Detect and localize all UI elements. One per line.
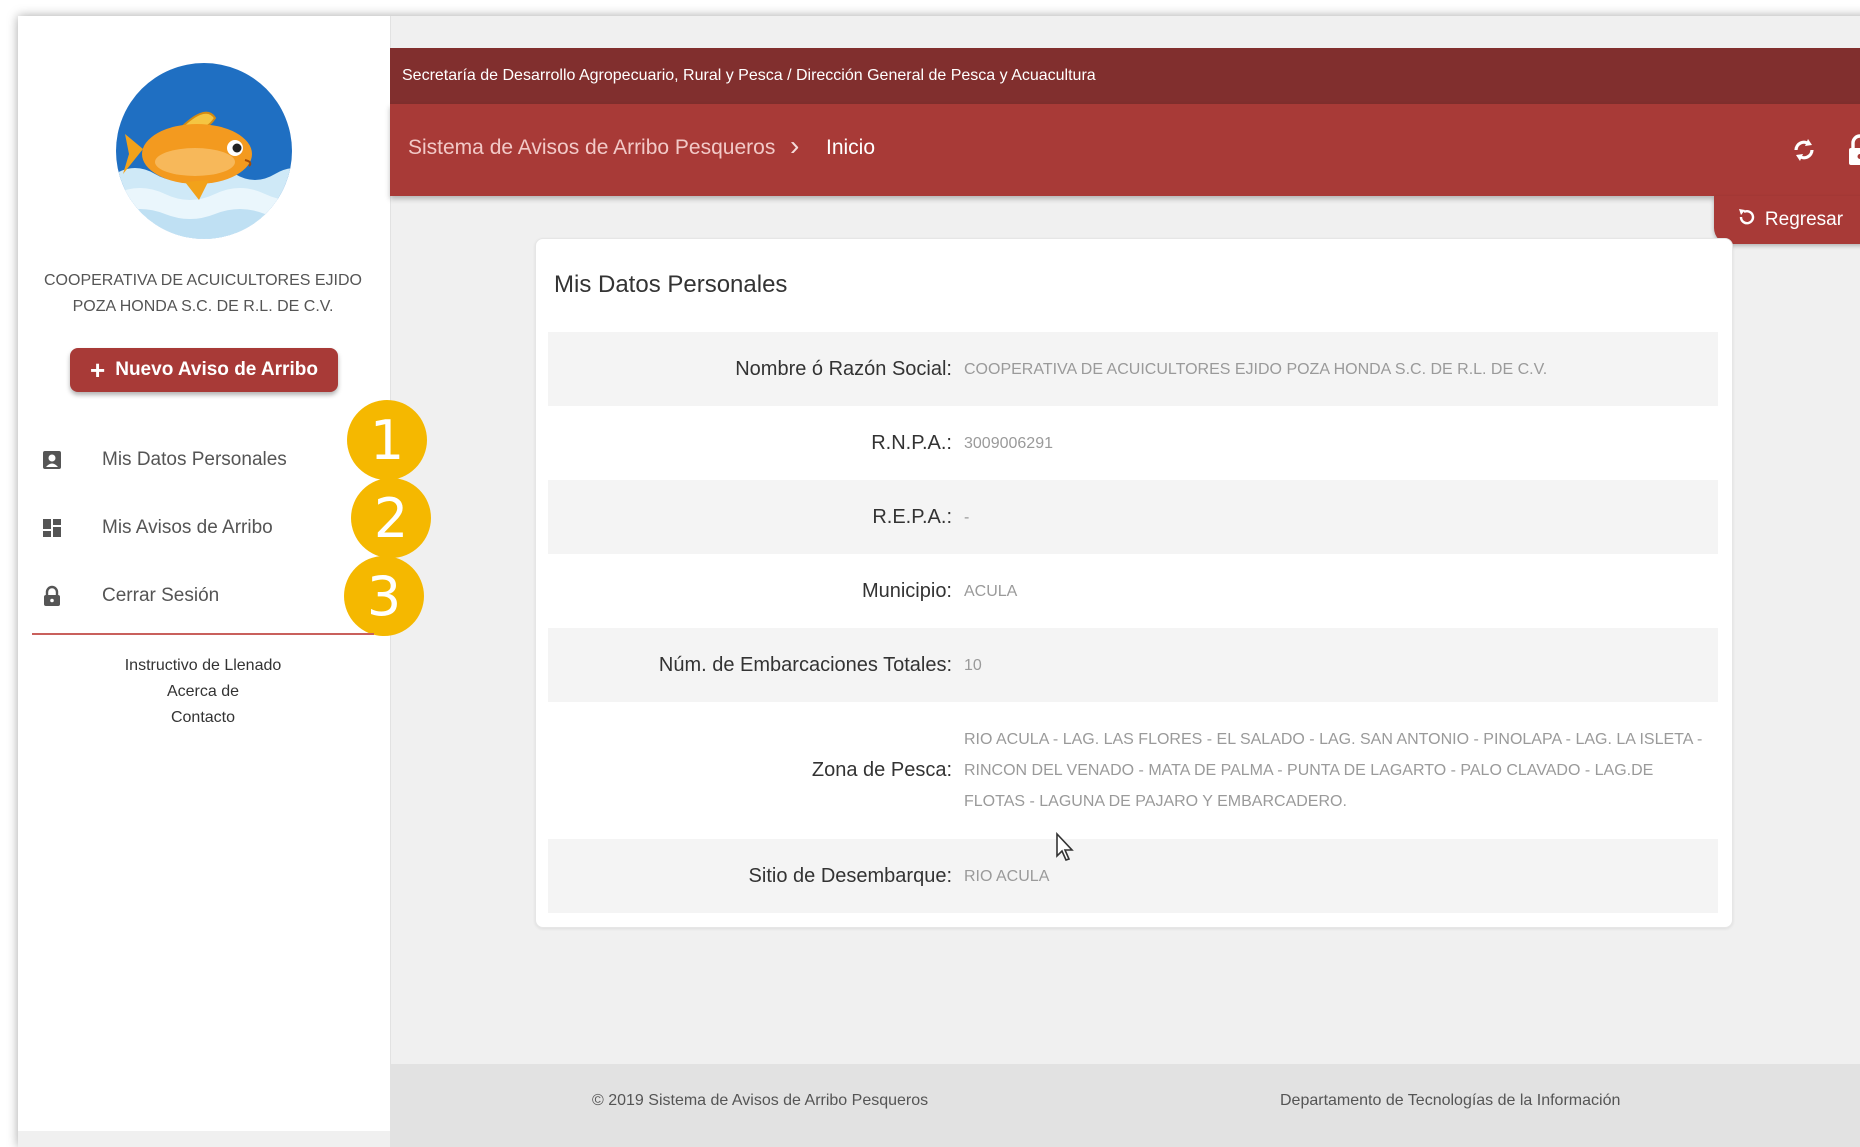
row-value: 3009006291 [964,428,1718,459]
sidebar-divider [32,633,374,635]
row-label: R.E.P.A.: [548,506,952,529]
row-label: Zona de Pesca: [548,759,952,782]
footer: © 2019 Sistema de Avisos de Arribo Pesqu… [390,1064,1860,1147]
sidebar: COOPERATIVA DE ACUICULTORES EJIDO POZA H… [18,16,391,1131]
plus-icon: + [90,357,105,383]
data-row-municipio: Municipio: ACULA [548,554,1718,628]
menu-item-label: Mis Avisos de Arribo [102,517,273,539]
data-row-repa: R.E.P.A.: - [548,480,1718,554]
breadcrumb-system[interactable]: Sistema de Avisos de Arribo Pesqueros [408,136,775,160]
dashboard-icon [38,514,66,542]
lock-icon[interactable] [1840,130,1860,170]
row-label: Municipio: [548,580,952,603]
row-label: R.N.P.A.: [548,432,952,455]
link-contacto[interactable]: Contacto [28,705,378,731]
link-instructivo[interactable]: Instructivo de Llenado [28,653,378,679]
mouse-cursor-icon [1055,832,1075,862]
organization-name: COOPERATIVA DE ACUICULTORES EJIDO POZA H… [28,268,378,320]
breadcrumb-bar: Sistema de Avisos de Arribo Pesqueros › … [390,104,1860,196]
account-box-icon [38,446,66,474]
row-value: RIO ACULA [964,861,1718,892]
personal-data-card: Mis Datos Personales Nombre ó Razón Soci… [535,238,1733,928]
row-value: COOPERATIVA DE ACUICULTORES EJIDO POZA H… [964,354,1718,385]
callout-badge-1: 1 [347,400,427,480]
back-button[interactable]: Regresar [1714,196,1860,244]
fish-logo [115,54,293,248]
menu-item-mis-datos-personales[interactable]: Mis Datos Personales [38,440,338,480]
app-window: COOPERATIVA DE ACUICULTORES EJIDO POZA H… [18,16,1860,1147]
back-label: Regresar [1765,209,1843,231]
data-row-zona-de-pesca: Zona de Pesca: RIO ACULA - LAG. LAS FLOR… [548,702,1718,839]
breadcrumb-current: Inicio [826,136,875,160]
menu-item-mis-avisos-de-arribo[interactable]: Mis Avisos de Arribo [38,508,338,548]
callout-badge-2: 2 [351,478,431,558]
callout-badge-3: 3 [344,556,424,636]
link-acerca-de[interactable]: Acerca de [28,679,378,705]
row-label: Sitio de Desembarque: [548,865,952,888]
chevron-right-icon: › [790,130,799,162]
new-arrival-notice-button[interactable]: + Nuevo Aviso de Arribo [70,348,338,392]
agency-bar: Secretaría de Desarrollo Agropecuario, R… [390,48,1860,104]
card-title: Mis Datos Personales [554,271,787,299]
menu-item-label: Cerrar Sesión [102,585,219,607]
undo-icon [1735,206,1757,234]
row-label: Núm. de Embarcaciones Totales: [548,654,952,677]
row-value: ACULA [964,576,1718,607]
refresh-icon[interactable] [1784,130,1824,170]
data-row-sitio-desembarque: Sitio de Desembarque: RIO ACULA [548,839,1718,913]
row-label: Nombre ó Razón Social: [548,358,952,381]
menu-item-label: Mis Datos Personales [102,449,287,471]
lock-icon [38,582,66,610]
row-value: RIO ACULA - LAG. LAS FLORES - EL SALADO … [964,724,1718,817]
new-arrival-notice-label: Nuevo Aviso de Arribo [115,359,318,381]
data-row-embarcaciones: Núm. de Embarcaciones Totales: 10 [548,628,1718,702]
data-row-rnpa: R.N.P.A.: 3009006291 [548,406,1718,480]
row-value: - [964,502,1718,533]
footer-copyright: © 2019 Sistema de Avisos de Arribo Pesqu… [592,1092,928,1110]
data-row-nombre: Nombre ó Razón Social: COOPERATIVA DE AC… [548,332,1718,406]
sidebar-links: Instructivo de Llenado Acerca de Contact… [28,653,378,731]
menu-item-cerrar-sesion[interactable]: Cerrar Sesión [38,576,338,616]
row-value: 10 [964,650,1718,681]
agency-title: Secretaría de Desarrollo Agropecuario, R… [402,67,1096,85]
footer-department: Departamento de Tecnologías de la Inform… [1280,1092,1620,1110]
